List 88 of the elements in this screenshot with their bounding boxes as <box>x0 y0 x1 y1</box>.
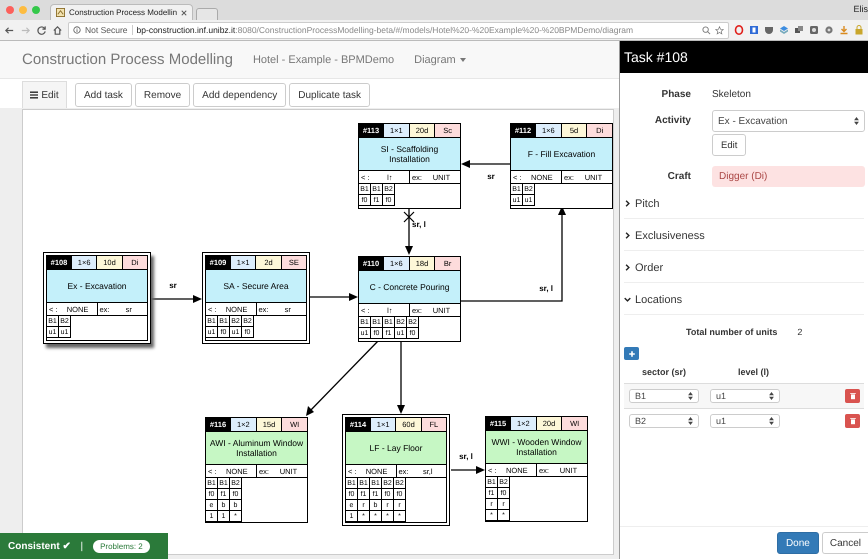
updown-icon <box>688 417 693 425</box>
model-link[interactable]: Hotel - Example - BPMDemo <box>252 54 394 66</box>
toolbar-button[interactable]: Remove <box>134 83 190 107</box>
site-icon <box>56 8 65 17</box>
section-header[interactable]: Pitch <box>624 189 864 219</box>
close-icon[interactable] <box>181 10 188 16</box>
diagram-menu[interactable]: Diagram <box>414 54 466 66</box>
panel-title: Task #108 <box>624 49 688 65</box>
task-name: Ex - Excavation <box>47 270 147 303</box>
edit-mode-tab[interactable]: Edit <box>22 81 67 108</box>
task-name: C - Concrete Pouring <box>359 271 460 304</box>
address-field[interactable]: Not Secure bp-construction.inf.unibz.it:8080/ConstructionProcessModelling-beta/#/models/Hotel%20-%20Example%20-%20BPMDemo/diagram <box>68 22 729 38</box>
dependency-label: sr, l <box>412 220 426 229</box>
done-button[interactable]: Done <box>776 532 819 554</box>
column-header: sector (sr) <box>642 367 686 377</box>
section-header[interactable]: Locations <box>624 285 864 315</box>
updown-icon <box>688 392 693 400</box>
task-name: AWI - Aluminum Window Installation <box>206 432 307 465</box>
updown-icon <box>769 417 774 425</box>
layers-icon[interactable] <box>794 25 804 35</box>
units-value: 2 <box>797 327 802 337</box>
task-name: LF - Lay Floor <box>346 432 446 465</box>
craft-field[interactable]: Digger (Di) <box>712 166 865 187</box>
browser-tab[interactable]: Construction Process Modellin <box>50 4 194 20</box>
dependency-arrow[interactable] <box>151 295 202 303</box>
section-header[interactable]: Order <box>624 253 864 283</box>
home-icon[interactable] <box>52 24 63 36</box>
toolbar-button[interactable]: Duplicate task <box>289 83 370 107</box>
shield-icon[interactable] <box>809 25 819 35</box>
plus-icon <box>628 350 636 358</box>
security-label: Not Secure <box>85 25 133 35</box>
level-select[interactable]: u1 <box>710 414 780 428</box>
task-name: F - Fill Excavation <box>511 138 612 171</box>
dependency-arrow[interactable] <box>461 160 510 168</box>
menu-icon <box>30 91 38 99</box>
dependency-arrow[interactable] <box>461 206 566 302</box>
section-header[interactable]: Exclusiveness <box>624 221 864 251</box>
dependency-label: sr <box>487 172 495 181</box>
consistency-status: Consistent ✔ <box>8 540 70 552</box>
trash-icon <box>848 392 856 400</box>
section-title: Locations <box>635 294 682 306</box>
edit-activity-button[interactable]: Edit <box>712 134 746 156</box>
updown-icon <box>854 117 859 125</box>
url-text: bp-construction.inf.unibz.it:8080/ConstructionProcessModelling-beta/#/models/Hotel%20-%20Example%20-%20BPMDemo/diagram <box>136 25 634 35</box>
bookmark-icon[interactable] <box>749 25 759 35</box>
status-separator: | <box>80 540 84 552</box>
task-name: SI - Scaffolding Installation <box>359 138 460 171</box>
app-title[interactable]: Construction Process Modelling <box>22 51 233 68</box>
dependency-arrow[interactable] <box>451 466 485 474</box>
toolbar-button[interactable]: Add dependency <box>193 83 286 107</box>
cube-icon[interactable] <box>779 25 789 35</box>
cancel-button[interactable]: Cancel <box>822 532 868 554</box>
sector-select[interactable]: B1 <box>629 389 699 403</box>
dependency-label: sr, l <box>539 284 553 293</box>
activity-select[interactable]: Ex - Excavation <box>712 110 865 132</box>
dependency-arrow[interactable] <box>306 340 380 416</box>
dependency-label: sr, l <box>459 452 473 461</box>
updown-icon <box>769 392 774 400</box>
user-name[interactable]: Elis <box>853 4 868 14</box>
back-icon[interactable] <box>4 24 15 36</box>
add-location-button[interactable] <box>624 347 639 360</box>
dependency-arrow[interactable] <box>397 340 405 414</box>
dependency-arrow[interactable] <box>310 293 358 301</box>
field-label: Phase <box>660 88 691 100</box>
sector-select[interactable]: B2 <box>629 414 699 428</box>
delete-button[interactable] <box>845 389 860 403</box>
field-label: Craft <box>666 170 691 184</box>
section-title: Exclusiveness <box>635 230 705 242</box>
section-title: Order <box>635 262 664 274</box>
task-name: SA - Secure Area <box>206 270 306 303</box>
zoom-icon[interactable] <box>702 26 711 34</box>
units-label: Total number of units <box>686 327 778 337</box>
task-name: WWI - Wooden Window Installation <box>486 431 587 464</box>
dependency-arrow[interactable] <box>405 206 413 255</box>
section-title: Pitch <box>635 198 660 210</box>
column-header: level (l) <box>738 367 770 377</box>
field-label: Activity <box>654 114 691 128</box>
reload-icon[interactable] <box>36 24 47 36</box>
dependency-label: sr <box>169 281 177 290</box>
delete-button[interactable] <box>845 414 860 428</box>
star-icon[interactable] <box>715 26 724 34</box>
phase-value: Skeleton <box>712 88 751 100</box>
toolbar-button[interactable]: Add task <box>75 83 132 107</box>
problems-badge[interactable]: Problems: 2 <box>93 540 150 552</box>
trash-icon <box>848 417 856 425</box>
tab-title: Construction Process Modellin <box>69 8 178 17</box>
info-icon[interactable] <box>73 26 81 34</box>
level-select[interactable]: u1 <box>710 389 780 403</box>
